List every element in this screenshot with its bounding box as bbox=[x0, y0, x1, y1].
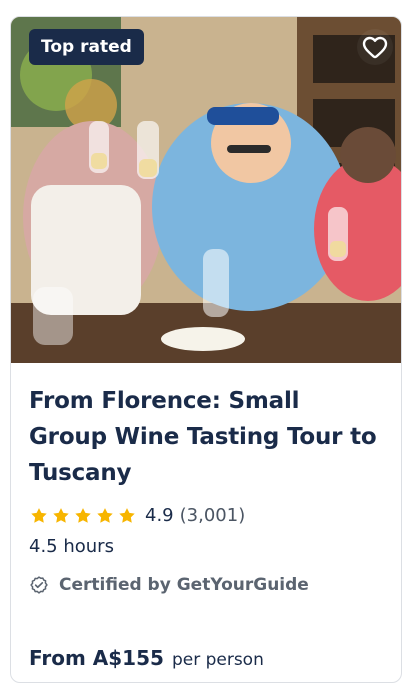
rating-row: 4.9 (3,001) bbox=[29, 505, 383, 526]
review-count: (3,001) bbox=[179, 505, 246, 526]
duration: 4.5 hours bbox=[29, 536, 114, 557]
wine-tasting-photo[interactable]: Top rated bbox=[11, 17, 401, 363]
price-line: From A$155 per person bbox=[29, 646, 264, 670]
certified-text: Certified by GetYourGuide bbox=[59, 575, 309, 595]
price-amount: From A$155 bbox=[29, 646, 164, 670]
heart-icon[interactable] bbox=[357, 29, 393, 65]
wishlist-button[interactable] bbox=[357, 29, 393, 65]
photo-illustration bbox=[11, 17, 401, 363]
card-content: From Florence: Small Group Wine Tasting … bbox=[11, 363, 401, 595]
star-icon bbox=[53, 507, 69, 523]
price-per: per person bbox=[171, 650, 264, 670]
rating-value: 4.9 bbox=[145, 505, 174, 526]
star-icon bbox=[75, 507, 91, 523]
activity-title[interactable]: From Florence: Small Group Wine Tasting … bbox=[29, 383, 383, 491]
activity-card[interactable]: Top rated From Florence: Small Group Win… bbox=[10, 16, 402, 683]
certified-badge: Certified by GetYourGuide bbox=[29, 575, 383, 595]
rating-stars bbox=[29, 506, 137, 526]
star-icon bbox=[31, 507, 47, 523]
top-rated-badge: Top rated bbox=[29, 29, 144, 65]
star-icon bbox=[97, 507, 113, 523]
badge-check-icon bbox=[30, 576, 48, 594]
star-icon bbox=[119, 507, 135, 523]
